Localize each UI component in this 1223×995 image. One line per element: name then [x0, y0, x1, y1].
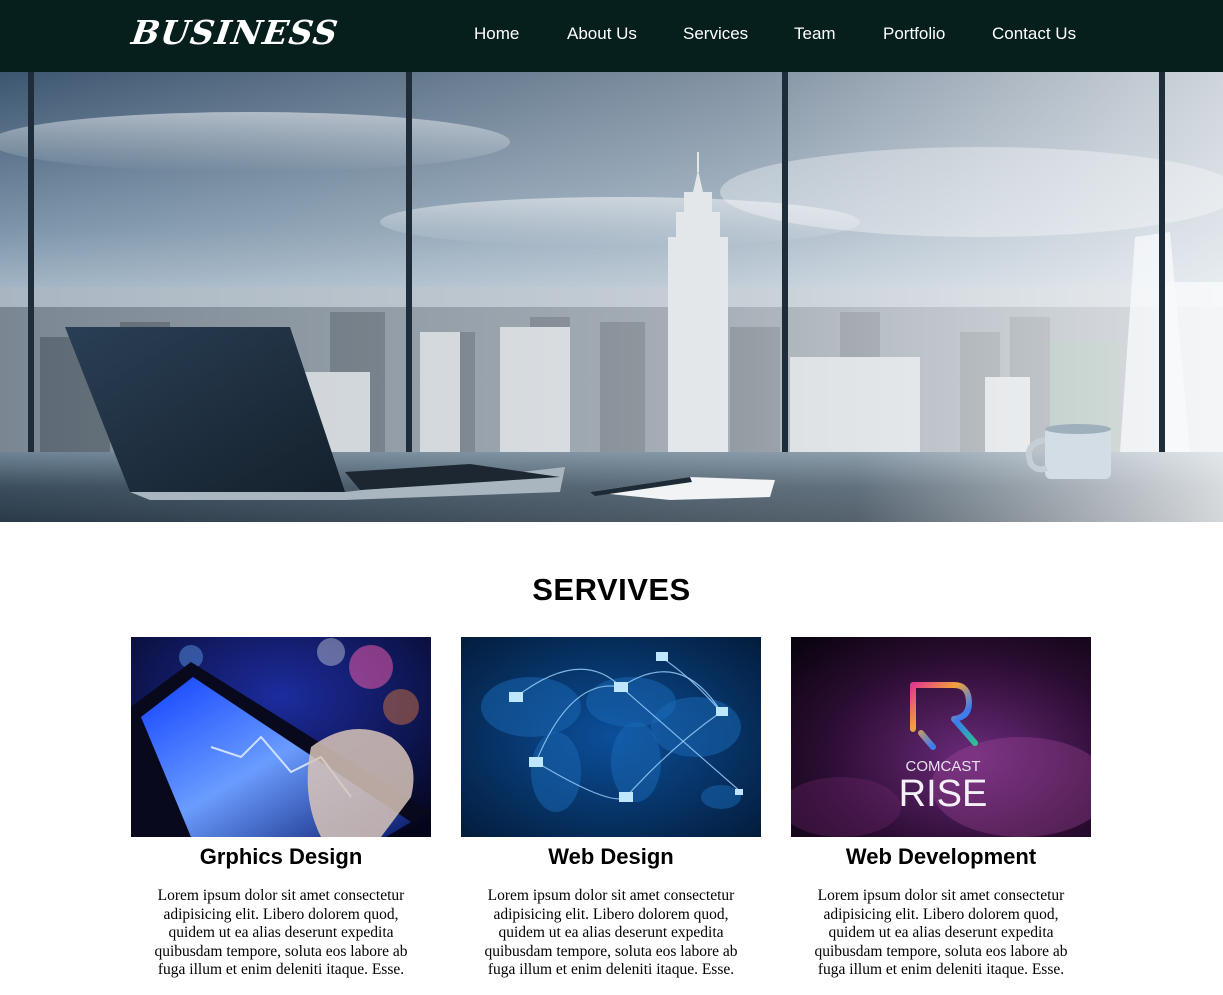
hero-banner: [0, 72, 1223, 522]
nav-link-contact-us[interactable]: Contact Us: [992, 24, 1076, 44]
hero-office-skyline-image: [0, 72, 1223, 522]
comcast-rise-image: COMCAST RISE: [791, 637, 1091, 837]
services-section-title: SERVIVES: [532, 572, 691, 607]
service-description: Lorem ipsum dolor sit amet consectetur a…: [154, 887, 408, 979]
service-title: Grphics Design: [199, 844, 363, 869]
service-title: Web Development: [845, 844, 1037, 869]
main-nav: Home About Us Services Team Portfolio Co…: [0, 24, 1223, 48]
service-card-web-development: COMCAST RISE Web Development Lorem ipsum…: [791, 637, 1091, 980]
nav-link-portfolio[interactable]: Portfolio: [883, 24, 945, 44]
service-description: Lorem ipsum dolor sit amet consectetur a…: [814, 887, 1068, 979]
nav-link-team[interactable]: Team: [794, 24, 836, 44]
top-navbar: BUSINESS Home About Us Services Team Por…: [0, 0, 1223, 72]
service-title: Web Design: [548, 844, 674, 869]
nav-link-home[interactable]: Home: [474, 24, 519, 44]
service-card-web-design: Web Design Lorem ipsum dolor sit amet co…: [461, 637, 761, 980]
nav-link-about-us[interactable]: About Us: [567, 24, 637, 44]
service-description: Lorem ipsum dolor sit amet consectetur a…: [484, 887, 738, 979]
world-network-image: [461, 637, 761, 837]
nav-link-services[interactable]: Services: [683, 24, 748, 44]
rise-wordmark: RISE: [899, 773, 988, 815]
service-card-graphics-design: Grphics Design Lorem ipsum dolor sit ame…: [131, 637, 431, 980]
tablet-chart-image: [131, 637, 431, 837]
